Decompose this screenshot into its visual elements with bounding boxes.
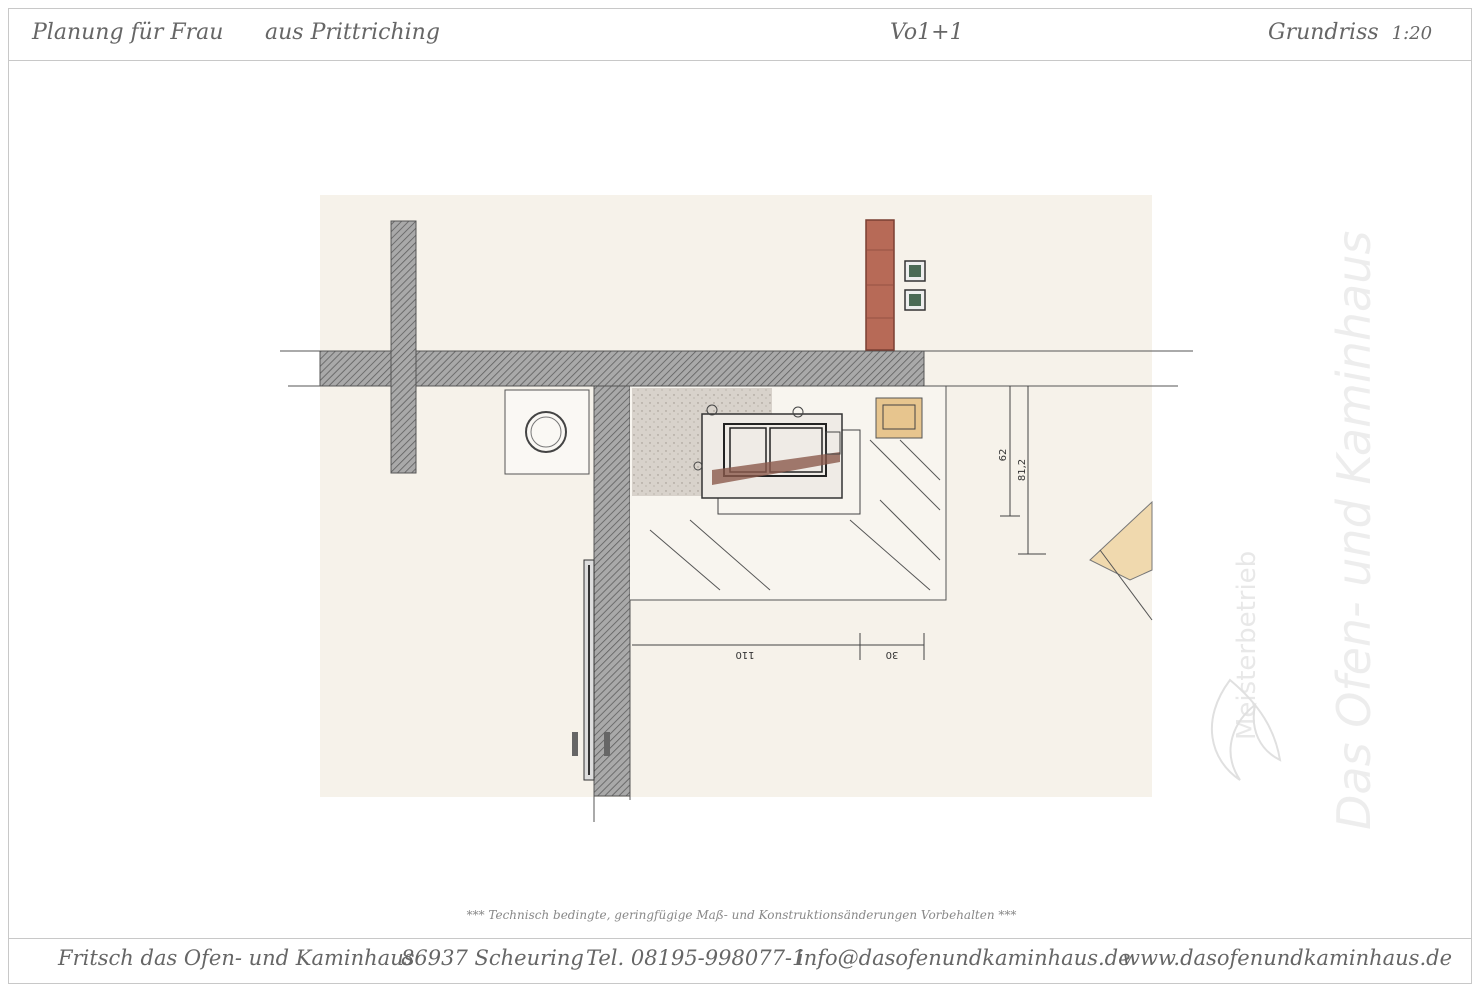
- flue-box: [504, 389, 590, 475]
- disclaimer-note: *** Technisch bedingte, geringfügige Maß…: [466, 908, 1017, 922]
- footer-company: Fritsch das Ofen- und Kaminhaus: [58, 946, 415, 970]
- partition-wall: [593, 385, 631, 797]
- footer-website[interactable]: www.dasofenundkaminhaus.de: [1122, 946, 1452, 970]
- dim-110: 110: [735, 649, 754, 660]
- dim-81-2: 81,2: [1017, 459, 1028, 481]
- pillar-wall: [390, 220, 417, 474]
- footer-city: 86937 Scheuring: [401, 946, 584, 970]
- footer-email[interactable]: info@dasofenundkaminhaus.de: [797, 946, 1131, 970]
- footer-phone: Tel. 08195-998077-1: [586, 946, 806, 970]
- dim-62: 62: [998, 449, 1009, 462]
- floor-plan: 62 81,2 110 30: [280, 195, 1193, 822]
- stove-icon: [693, 404, 861, 515]
- dim-30: 30: [886, 649, 899, 660]
